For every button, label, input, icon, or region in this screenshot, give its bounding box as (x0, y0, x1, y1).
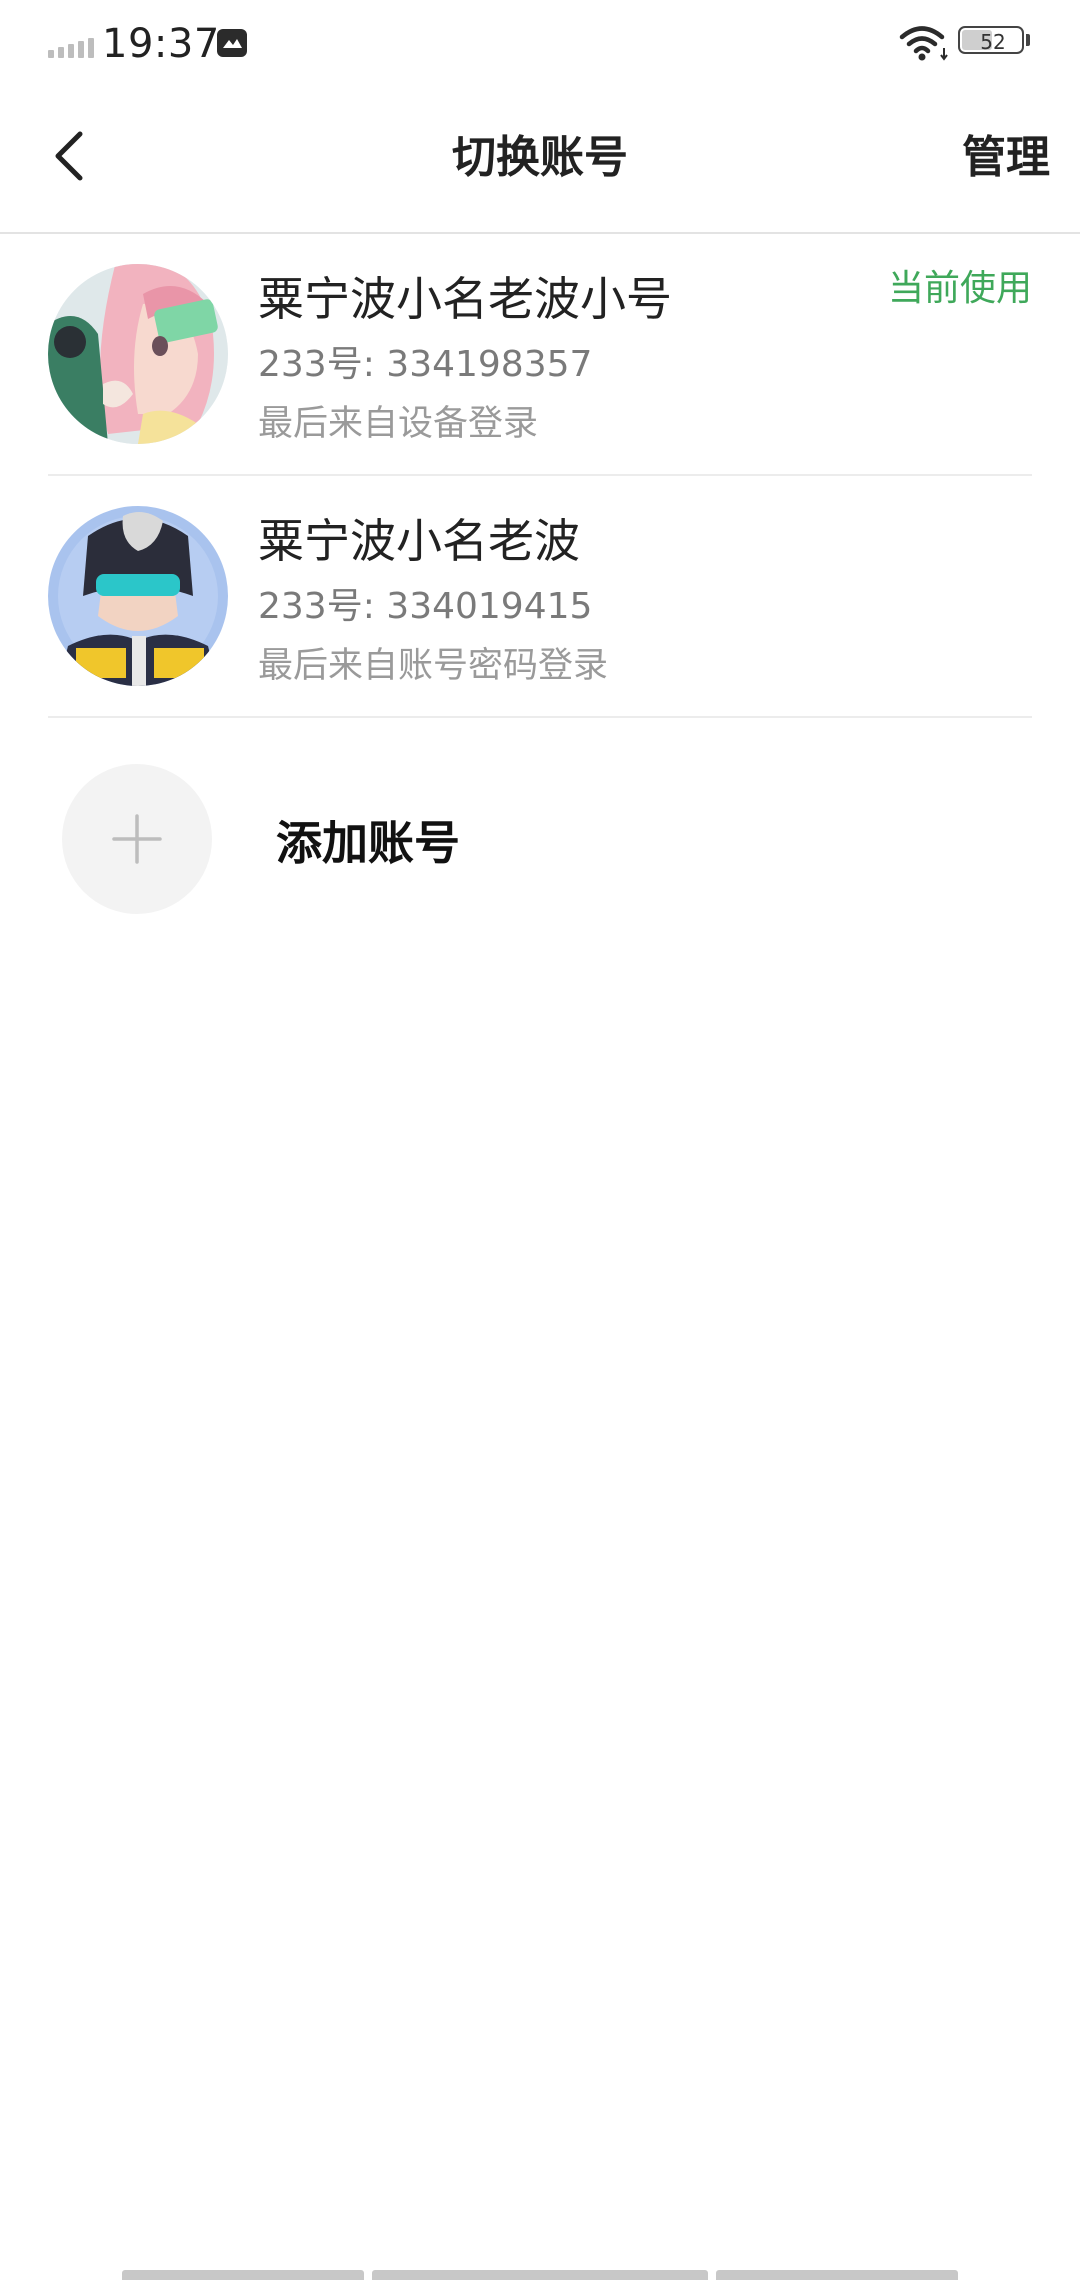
account-name: 粟宁波小名老波小号 (258, 272, 672, 326)
add-account-label: 添加账号 (276, 816, 460, 870)
battery-body: 52 (958, 26, 1024, 54)
anime-avatar-blue (48, 506, 228, 686)
avatar (48, 264, 228, 444)
account-last-login: 最后来自设备登录 (258, 404, 539, 444)
current-in-use-badge: 当前使用 (887, 268, 1032, 309)
gesture-bar-left[interactable] (122, 2270, 364, 2280)
avatar (48, 506, 228, 686)
account-name: 粟宁波小名老波 (258, 514, 580, 568)
page-title: 切换账号 (452, 132, 628, 183)
status-bar: 19:37 52 (0, 0, 1080, 86)
manage-button[interactable]: 管理 (962, 128, 1050, 188)
wifi-icon (899, 26, 948, 61)
add-account-button[interactable]: 添加账号 (0, 718, 1080, 918)
battery-tip (1026, 34, 1030, 46)
account-id: 233号: 334019415 (258, 586, 593, 627)
anime-avatar-pink (48, 264, 228, 444)
gesture-bar-center[interactable] (372, 2270, 708, 2280)
add-account-circle (62, 764, 212, 914)
battery-icon: 52 (958, 26, 1032, 58)
account-last-login: 最后来自账号密码登录 (258, 646, 609, 686)
message-icon (217, 29, 247, 57)
status-time: 19:37 (102, 21, 220, 67)
switch-account-screen: 19:37 52 切换账号 管理 粟宁波小名老波小号 233号: 3341983… (0, 0, 1080, 2280)
account-row[interactable]: 粟宁波小名老波 233号: 334019415 最后来自账号密码登录 (0, 476, 1080, 718)
gesture-bar-right[interactable] (716, 2270, 958, 2280)
plus-icon (112, 814, 162, 864)
signal-icon (48, 34, 94, 58)
account-row[interactable]: 粟宁波小名老波小号 233号: 334198357 最后来自设备登录 当前使用 (0, 234, 1080, 476)
battery-level: 52 (980, 30, 1006, 54)
account-list: 粟宁波小名老波小号 233号: 334198357 最后来自设备登录 当前使用 (0, 234, 1080, 918)
navigation-bar: 切换账号 管理 (0, 100, 1080, 234)
account-id: 233号: 334198357 (258, 344, 593, 385)
